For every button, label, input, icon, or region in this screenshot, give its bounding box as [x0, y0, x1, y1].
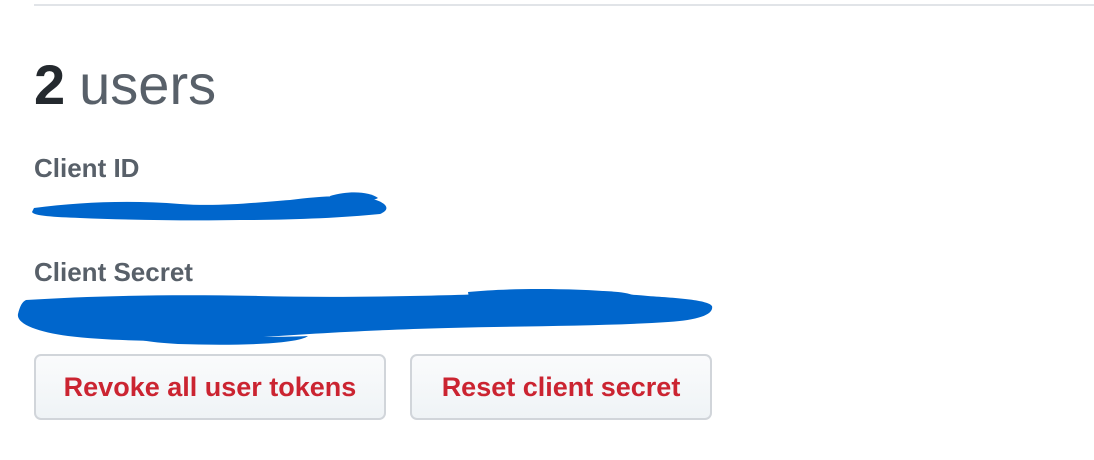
- client-secret-label: Client Secret: [34, 257, 193, 287]
- client-id-redaction-scribble: [32, 192, 387, 221]
- users-count-label: users: [79, 53, 217, 116]
- revoke-all-user-tokens-button[interactable]: Revoke all user tokens: [34, 354, 386, 420]
- section-divider: [34, 4, 1094, 6]
- users-count-heading: 2 users: [34, 50, 216, 120]
- reset-client-secret-button[interactable]: Reset client secret: [410, 354, 712, 420]
- users-count-number: 2: [34, 53, 66, 116]
- client-secret-redaction-scribble: [17, 289, 713, 345]
